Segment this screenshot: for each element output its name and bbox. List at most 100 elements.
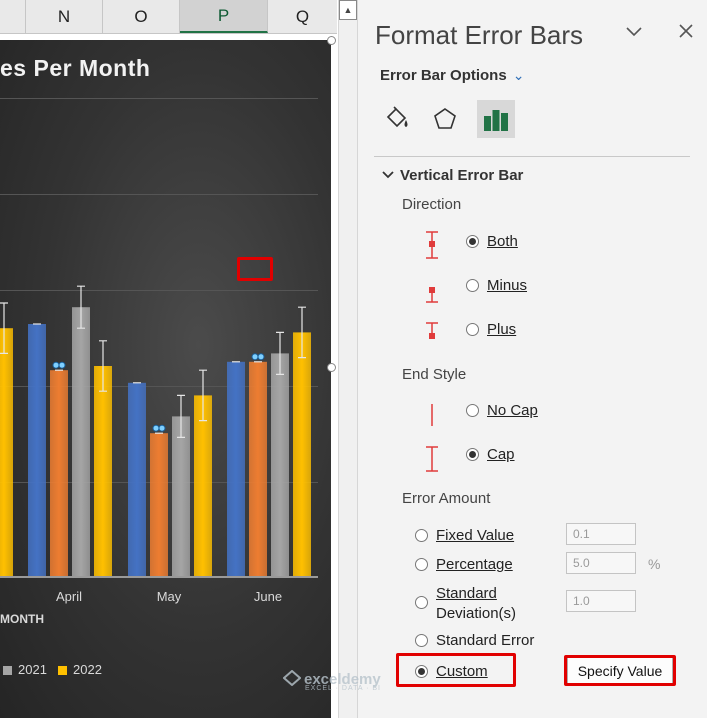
scroll-up-arrow-icon[interactable]: ▲ [339, 0, 357, 20]
bar[interactable] [94, 366, 112, 576]
percentage-radio[interactable] [415, 558, 428, 571]
legend-swatch [3, 666, 12, 675]
column-label: P [217, 5, 230, 25]
column-header-n[interactable]: N [26, 0, 103, 33]
watermark-tagline: EXCEL · DATA · BI [305, 685, 381, 692]
cap-icon [426, 446, 438, 472]
direction-both-radio[interactable] [466, 235, 479, 248]
column-header-o[interactable]: O [103, 0, 180, 33]
option-text-line1: Standard [436, 585, 497, 602]
error-bar-selection-handle[interactable] [52, 361, 60, 369]
error-bar-selection-handle[interactable] [58, 361, 66, 369]
standard-deviation-label[interactable]: Standard Deviation(s) [436, 584, 516, 624]
legend-item-2022[interactable]: 2022 [58, 662, 102, 677]
specify-value-highlight [564, 655, 676, 686]
minus-direction-icon [426, 287, 438, 303]
bar[interactable] [227, 361, 245, 576]
column-label: O [134, 6, 148, 26]
options-label: Error Bar Options [380, 67, 507, 84]
bar[interactable] [72, 307, 90, 576]
pentagon-icon [434, 108, 456, 129]
fixed-value-input[interactable]: 0.1 [566, 523, 636, 545]
chart-area[interactable]: es Per Month April May June MONTH 2021 2… [0, 40, 331, 718]
bar[interactable] [172, 416, 190, 576]
direction-both-label[interactable]: Both [487, 233, 518, 250]
month-label-april: April [55, 589, 83, 604]
month-label-june: June [253, 589, 283, 604]
exceldemy-logo-icon [282, 669, 302, 687]
no-cap-icon [431, 404, 433, 426]
direction-label: Direction [402, 196, 462, 213]
both-direction-icon [426, 231, 438, 259]
x-axis-line [0, 576, 318, 578]
custom-option-highlight [396, 653, 516, 687]
column-header-q[interactable]: Q [268, 0, 337, 33]
option-text: Minus [487, 277, 528, 294]
bar[interactable] [194, 395, 212, 576]
option-text: Cap [487, 446, 515, 463]
fixed-value-radio[interactable] [415, 529, 428, 542]
percentage-label[interactable]: Percentage [436, 556, 513, 573]
option-text: Percentage [436, 556, 513, 573]
bar[interactable] [150, 433, 168, 576]
plus-direction-icon [426, 322, 438, 339]
fill-line-tab[interactable] [378, 100, 416, 138]
legend-label: 2022 [73, 662, 102, 677]
pane-title: Format Error Bars [375, 20, 584, 50]
error-amount-label: Error Amount [402, 490, 491, 507]
legend-item-2021[interactable]: 2021 [3, 662, 47, 677]
direction-minus-label[interactable]: Minus [487, 277, 527, 294]
error-bar-options-dropdown[interactable]: Error Bar Options ⌄ [380, 67, 524, 84]
standard-error-label[interactable]: Standard Error [436, 632, 534, 649]
fixed-value-label[interactable]: Fixed Value [436, 527, 514, 544]
percentage-input[interactable]: 5.0 [566, 552, 636, 574]
tab-separator [374, 156, 690, 157]
column-header-m[interactable] [0, 0, 26, 33]
direction-plus-label[interactable]: Plus [487, 321, 516, 338]
error-bar-selection-handle[interactable] [152, 424, 160, 432]
bar[interactable] [50, 370, 68, 576]
format-error-bars-pane: Format Error Bars Error Bar Options ⌄ Ver… [358, 0, 707, 718]
error-bar-options-tab[interactable] [477, 100, 515, 138]
error-bar-selection-handle[interactable] [257, 353, 265, 361]
end-style-no-cap-radio[interactable] [466, 404, 479, 417]
selected-error-bar-highlight [237, 257, 273, 281]
bar[interactable] [28, 324, 46, 576]
bar[interactable] [0, 328, 13, 576]
end-style-cap-label[interactable]: Cap [487, 446, 515, 463]
chevron-down-icon [382, 171, 394, 179]
direction-plus-radio[interactable] [466, 323, 479, 336]
column-header-p[interactable]: P [180, 0, 268, 33]
standard-deviation-radio[interactable] [415, 596, 428, 609]
bar[interactable] [271, 353, 289, 576]
option-text: Standard Error [436, 632, 535, 649]
chart-resize-handle-right[interactable] [327, 363, 336, 372]
bar[interactable] [128, 382, 146, 576]
end-style-no-cap-label[interactable]: No Cap [487, 402, 538, 419]
legend-label: 2021 [18, 662, 47, 677]
column-header-row: N O P Q [0, 0, 337, 34]
bar-plot[interactable] [0, 40, 331, 718]
bar-chart-icon [484, 110, 508, 131]
error-bar-selection-handle[interactable] [158, 424, 166, 432]
end-style-cap-radio[interactable] [466, 448, 479, 461]
chevron-down-icon[interactable] [624, 22, 644, 45]
month-label-may: May [156, 589, 182, 604]
bar[interactable] [249, 361, 267, 576]
section-label: Vertical Error Bar [400, 167, 524, 184]
legend-swatch [58, 666, 67, 675]
bar[interactable] [293, 332, 311, 576]
effects-tab[interactable] [426, 100, 464, 138]
column-label: Q [295, 6, 310, 26]
close-icon[interactable] [678, 22, 694, 45]
column-label: N [57, 6, 71, 26]
vertical-scrollbar[interactable]: ▲ [338, 0, 358, 718]
standard-deviation-input[interactable]: 1.0 [566, 590, 636, 612]
error-bar-selection-handle[interactable] [251, 353, 259, 361]
chart-resize-handle-top-right[interactable] [327, 36, 336, 45]
direction-minus-radio[interactable] [466, 279, 479, 292]
end-style-label: End Style [402, 366, 467, 383]
vertical-error-bar-section[interactable]: Vertical Error Bar [382, 167, 523, 184]
option-text-line2: Deviation(s) [436, 605, 517, 622]
standard-error-radio[interactable] [415, 634, 428, 647]
